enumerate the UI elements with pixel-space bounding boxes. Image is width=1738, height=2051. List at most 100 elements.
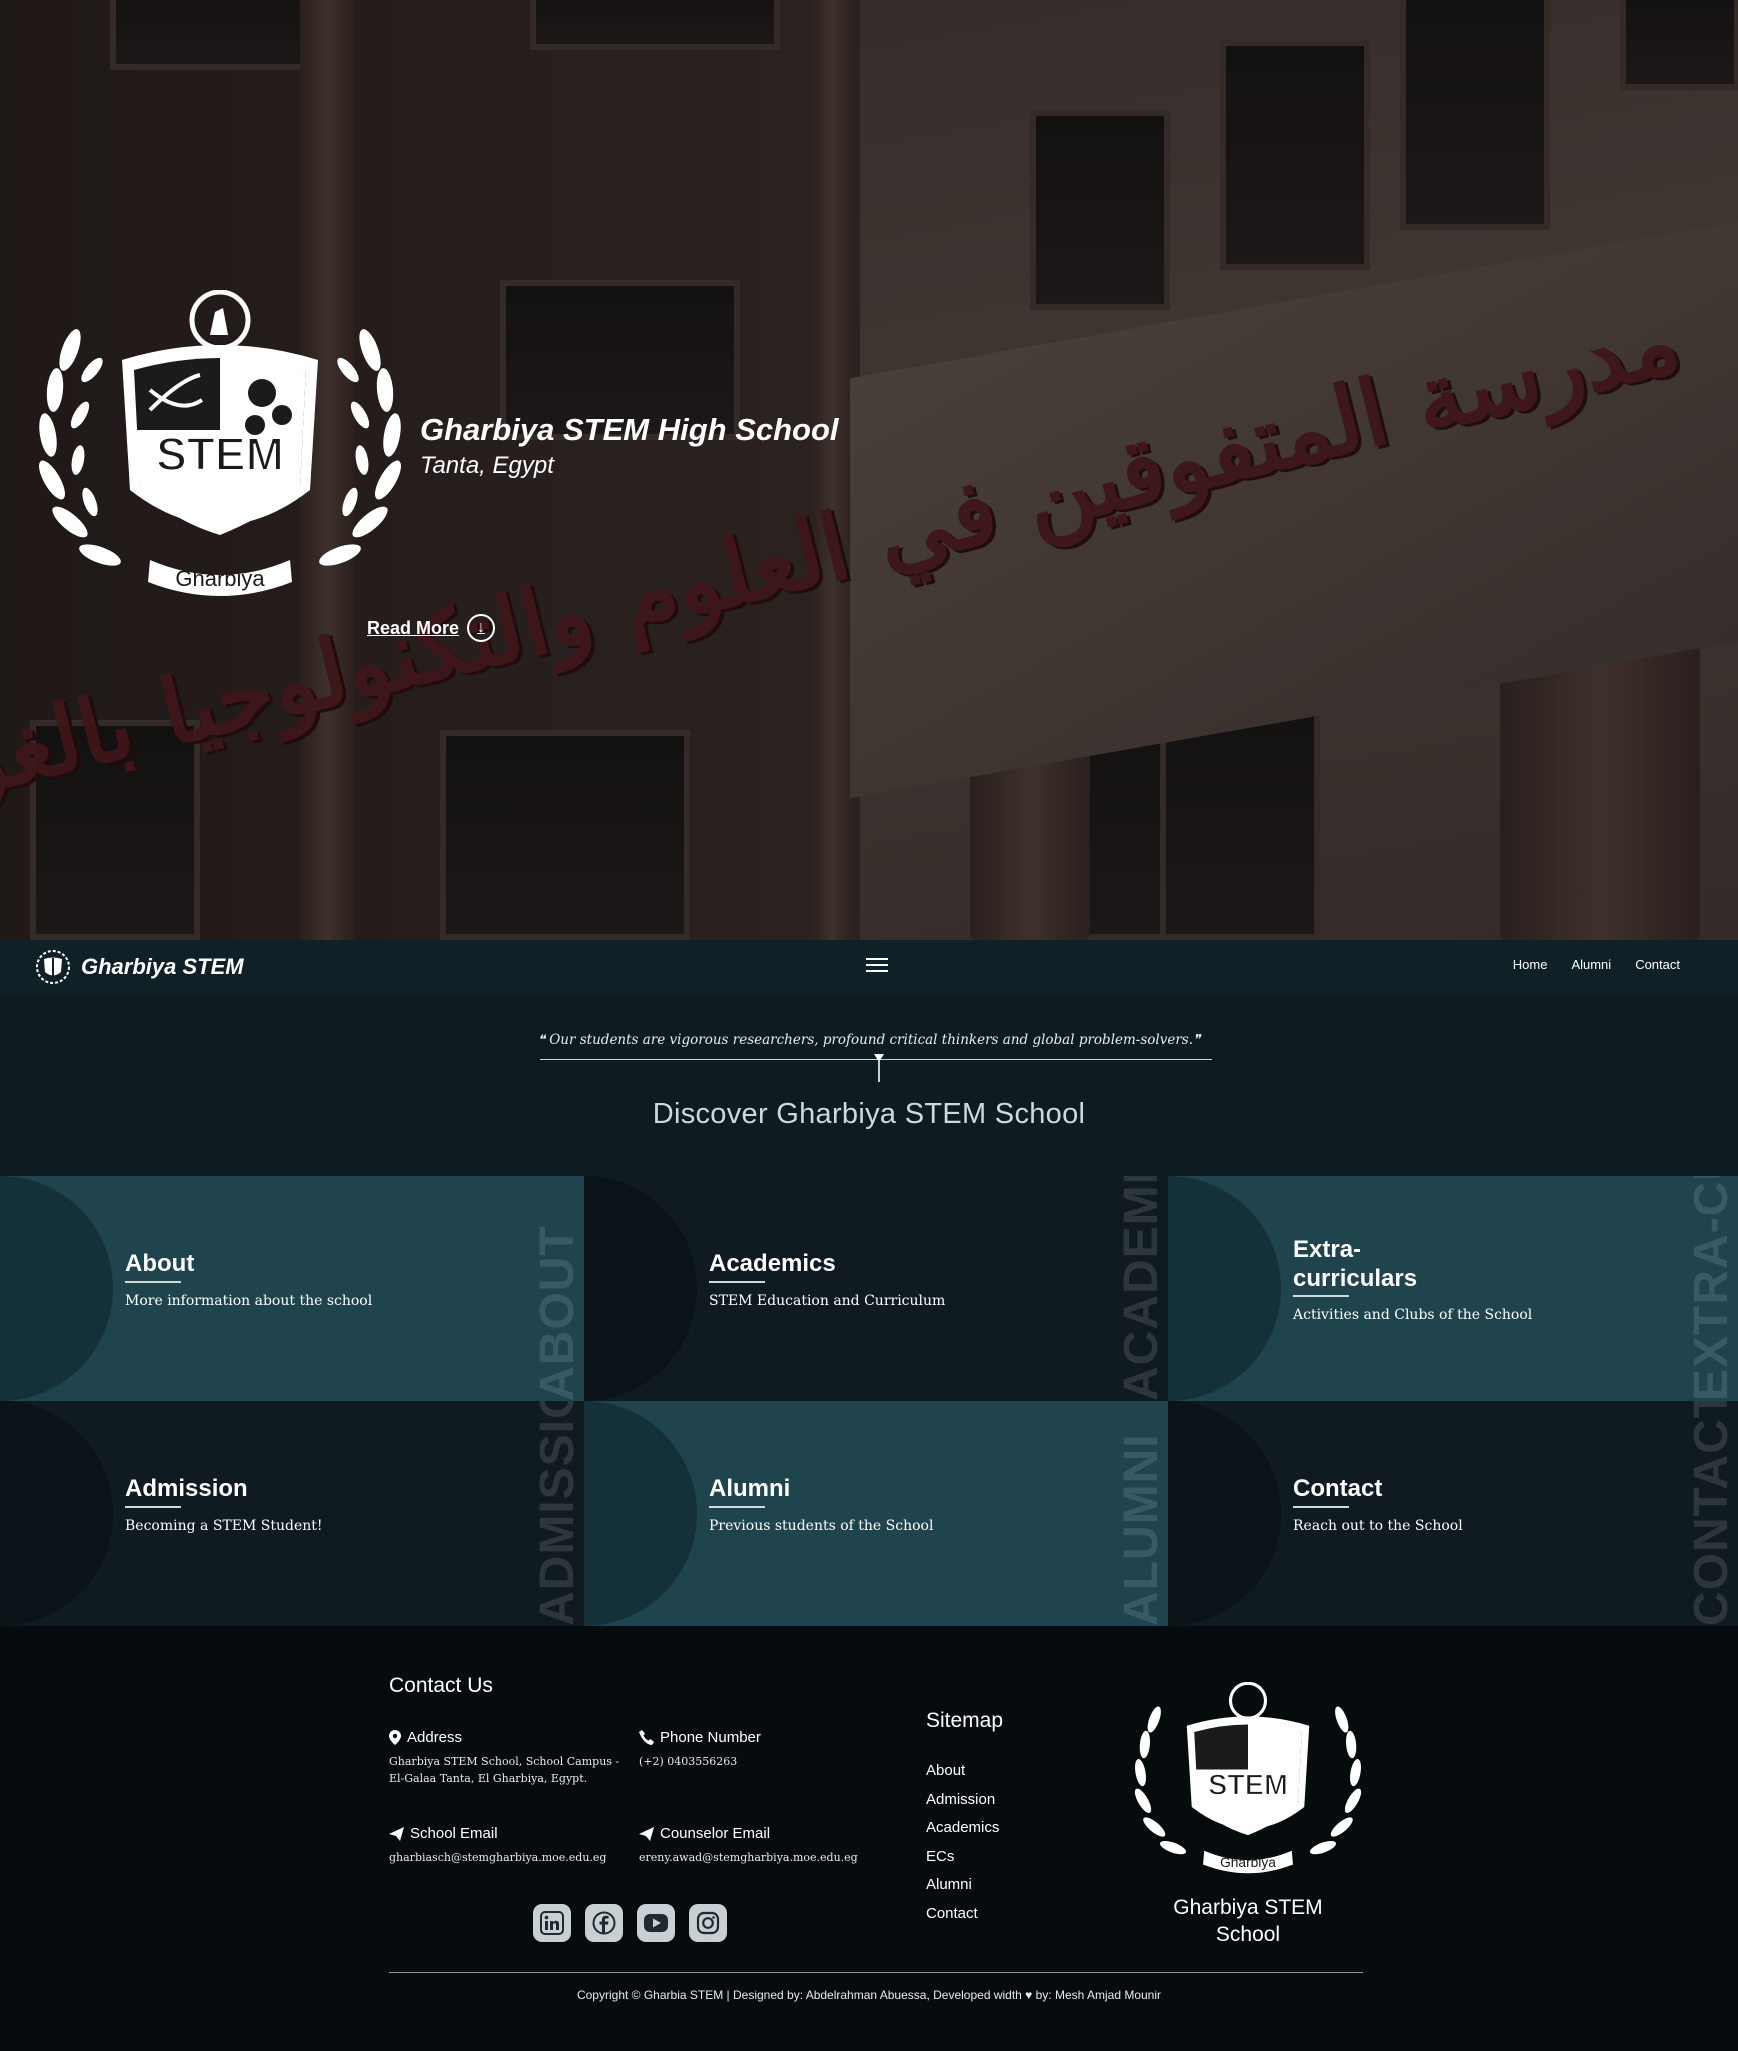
school-crest-small-icon xyxy=(36,950,70,984)
card-alumni[interactable]: ALUMNI Alumni Previous students of the S… xyxy=(584,1401,1168,1626)
section-cards-grid: ABOUT About More information about the s… xyxy=(0,1176,1738,1626)
card-title: Admission xyxy=(125,1475,248,1502)
footer-crest-logo: STEM Gharbiya xyxy=(1134,1682,1362,1874)
card-title: Alumni xyxy=(709,1475,791,1502)
footer-brand-name: Gharbiya STEM School xyxy=(1148,1894,1348,1948)
phone-value[interactable]: (+2) 0403556263 xyxy=(639,1753,737,1770)
send-icon xyxy=(389,1826,404,1841)
youtube-icon[interactable] xyxy=(637,1904,675,1942)
card-description: More information about the school xyxy=(125,1293,373,1309)
card-half-circle xyxy=(1168,1401,1281,1626)
top-navbar: Gharbiya STEM Home Alumni Contact xyxy=(0,940,1738,994)
card-half-circle xyxy=(0,1176,113,1401)
card-title-underline xyxy=(709,1281,765,1283)
hamburger-menu-icon[interactable] xyxy=(866,954,888,978)
card-title: Academics xyxy=(709,1250,836,1277)
nav-link-contact[interactable]: Contact xyxy=(1635,957,1680,972)
school-email-label-text: School Email xyxy=(410,1825,498,1842)
card-half-circle xyxy=(584,1401,697,1626)
nav-link-home[interactable]: Home xyxy=(1513,957,1548,972)
discover-section: ❝ Our students are vigorous researchers,… xyxy=(0,994,1738,1176)
card-vertical-label: ALUMNI xyxy=(1115,1433,1168,1626)
card-title-underline xyxy=(125,1281,181,1283)
counselor-email-value[interactable]: ereny.awad@stemgharbiya.moe.edu.eg xyxy=(639,1849,858,1866)
discover-heading: Discover Gharbiya STEM School xyxy=(652,1098,1086,1130)
card-description: Previous students of the School xyxy=(709,1518,934,1534)
svg-text:Gharbiya: Gharbiya xyxy=(1220,1855,1276,1870)
phone-icon xyxy=(639,1730,654,1745)
card-admission[interactable]: ADMISSION Admission Becoming a STEM Stud… xyxy=(0,1401,584,1626)
card-title: Extra- curriculars xyxy=(1293,1235,1417,1293)
navbar-brand-name: Gharbiya STEM xyxy=(81,954,244,979)
instagram-icon[interactable] xyxy=(689,1904,727,1942)
sitemap-link-ecs[interactable]: ECs xyxy=(926,1843,999,1872)
card-vertical-label: EXTRA-CURRICULARS xyxy=(1684,1176,1738,1401)
card-academics[interactable]: ACADEMICS Academics STEM Education and C… xyxy=(584,1176,1168,1401)
card-extra-curriculars[interactable]: EXTRA-CURRICULARS Extra- curriculars Act… xyxy=(1168,1176,1738,1401)
send-icon xyxy=(639,1826,654,1841)
card-title: Contact xyxy=(1293,1475,1383,1502)
card-title-underline xyxy=(709,1506,765,1508)
hero-school-name: Gharbiya STEM High School xyxy=(420,412,839,447)
svg-text:STEM: STEM xyxy=(156,428,284,480)
card-title: About xyxy=(125,1250,195,1277)
card-half-circle xyxy=(0,1401,113,1626)
quote-divider-stem xyxy=(878,1060,880,1082)
laurel-right-icon xyxy=(319,329,401,566)
phone-label-text: Phone Number xyxy=(660,1729,761,1746)
phone-label: Phone Number xyxy=(639,1729,761,1746)
sitemap-link-academics[interactable]: Academics xyxy=(926,1814,999,1843)
navbar-brand[interactable]: Gharbiya STEM xyxy=(35,950,244,984)
sitemap-link-contact[interactable]: Contact xyxy=(926,1900,999,1929)
address-line-1: Gharbiya STEM School, School Campus - xyxy=(389,1755,620,1768)
card-vertical-label: ABOUT xyxy=(531,1225,584,1401)
navbar-links: Home Alumni Contact xyxy=(1513,957,1680,972)
counselor-email-label-text: Counselor Email xyxy=(660,1825,771,1842)
sitemap-heading: Sitemap xyxy=(926,1709,1004,1732)
address-label-text: Address xyxy=(407,1729,463,1746)
address-value: Gharbiya STEM School, School Campus - El… xyxy=(389,1753,619,1787)
card-vertical-label: ACADEMICS xyxy=(1115,1176,1168,1401)
copyright-text: Copyright © Gharbia STEM | Designed by: … xyxy=(576,1988,1162,2002)
card-description: STEM Education and Curriculum xyxy=(709,1293,946,1309)
footer-divider xyxy=(389,1972,1363,1973)
hero-location: Tanta, Egypt xyxy=(420,452,554,479)
card-about[interactable]: ABOUT About More information about the s… xyxy=(0,1176,584,1401)
laurel-left-icon xyxy=(39,329,121,566)
school-email-value[interactable]: gharbiasch@stemgharbiya.moe.edu.eg xyxy=(389,1849,606,1866)
school-motto-quote: ❝ Our students are vigorous researchers,… xyxy=(537,1032,1201,1048)
card-title-line-2: curriculars xyxy=(1293,1265,1418,1292)
card-description: Reach out to the School xyxy=(1293,1518,1463,1534)
hero-section: مدرسة المتفوقين في العلوم والتكنولوجيا ب… xyxy=(0,0,1738,940)
card-title-line-1: Extra- xyxy=(1293,1236,1362,1263)
card-title-underline xyxy=(125,1506,181,1508)
arrow-down-icon: ↓ xyxy=(467,614,496,642)
card-title-underline xyxy=(1293,1506,1349,1508)
sitemap-link-alumni[interactable]: Alumni xyxy=(926,1871,999,1900)
card-contact[interactable]: CONTACT Contact Reach out to the School xyxy=(1168,1401,1738,1626)
school-email-label: School Email xyxy=(389,1825,498,1842)
svg-text:Gharbiya: Gharbiya xyxy=(175,566,265,591)
contact-heading: Contact Us xyxy=(389,1674,493,1697)
footer-brand-line-1: Gharbiya STEM xyxy=(1173,1896,1323,1919)
facebook-icon[interactable] xyxy=(585,1904,623,1942)
sitemap-link-admission[interactable]: Admission xyxy=(926,1786,999,1815)
map-pin-icon xyxy=(389,1730,401,1745)
sitemap-link-about[interactable]: About xyxy=(926,1757,999,1786)
footer-brand-line-2: School xyxy=(1215,1923,1281,1946)
read-more-link[interactable]: Read More ↓ xyxy=(367,614,496,642)
card-vertical-label: CONTACT xyxy=(1685,1401,1738,1626)
site-footer: Contact Us Address Gharbiya STEM School,… xyxy=(0,1626,1738,2051)
nav-link-alumni[interactable]: Alumni xyxy=(1571,957,1611,972)
card-vertical-label: ADMISSION xyxy=(531,1401,584,1626)
card-half-circle xyxy=(584,1176,697,1401)
linkedin-icon[interactable] xyxy=(533,1904,571,1942)
card-half-circle xyxy=(1168,1176,1281,1401)
read-more-label: Read More xyxy=(367,617,460,638)
school-crest-logo: STEM Gharbiya xyxy=(39,290,401,596)
card-description: Activities and Clubs of the School xyxy=(1293,1307,1533,1323)
sitemap-list: About Admission Academics ECs Alumni Con… xyxy=(926,1757,999,1928)
address-label: Address xyxy=(389,1729,462,1746)
card-title-underline xyxy=(1293,1295,1349,1297)
card-description: Becoming a STEM Student! xyxy=(125,1518,323,1534)
